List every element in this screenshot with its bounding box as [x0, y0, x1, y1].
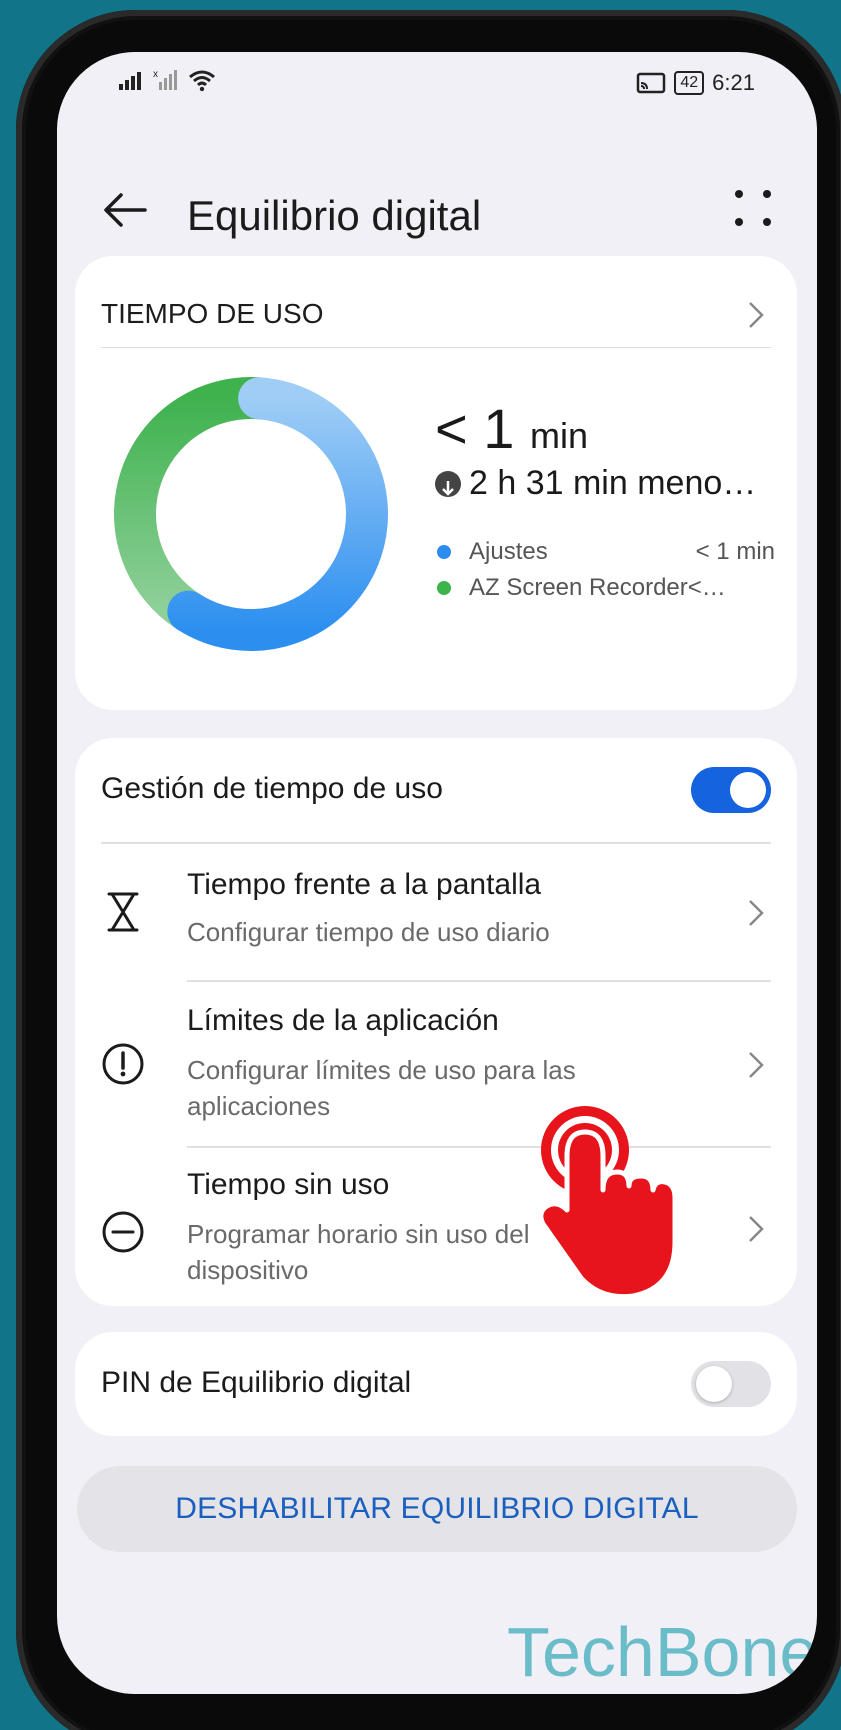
- usage-total: < 1 min: [435, 396, 588, 461]
- disable-digital-balance-button[interactable]: DESHABILITAR EQUILIBRIO DIGITAL: [77, 1466, 797, 1552]
- app-limits-title: Límites de la aplicación: [187, 1004, 499, 1037]
- page-title: Equilibrio digital: [187, 192, 482, 239]
- usage-total-value: < 1: [435, 397, 515, 460]
- svg-text:x: x: [153, 69, 158, 80]
- chevron-right-icon: [749, 1216, 764, 1242]
- comparison-text: 2 h 31 min meno…: [469, 464, 757, 502]
- management-card: Gestión de tiempo de uso Tiempo frente a…: [75, 738, 797, 1306]
- legend-dot: [437, 545, 451, 559]
- downtime-subtitle: Programar horario sin uso del dispositiv…: [187, 1219, 530, 1285]
- status-bar: x 42 6:21: [57, 52, 817, 124]
- list-item-downtime[interactable]: Tiempo sin uso Programar horario sin uso…: [75, 1148, 797, 1306]
- pin-card[interactable]: PIN de Equilibrio digital: [75, 1332, 797, 1436]
- toggle-knob: [730, 772, 766, 808]
- legend-label: Ajustes: [469, 538, 548, 565]
- wifi-icon: [189, 70, 215, 92]
- screen-time-title: Tiempo frente a la pantalla: [187, 868, 542, 901]
- hourglass-icon: [107, 892, 139, 932]
- back-arrow-icon[interactable]: [99, 184, 151, 236]
- usage-title: TIEMPO DE USO: [101, 298, 324, 329]
- downtime-title: Tiempo sin uso: [187, 1168, 390, 1201]
- pin-toggle[interactable]: [691, 1361, 771, 1407]
- usage-comparison: 2 h 31 min meno…: [435, 464, 775, 503]
- top-app-bar: Equilibrio digital: [57, 164, 817, 254]
- toggle-knob: [696, 1366, 732, 1402]
- usage-card[interactable]: TIEMPO DE USO < 1 min 2 h 31 min meno… A…: [75, 256, 797, 710]
- signal-wifi-icons: x: [119, 68, 217, 92]
- legend-item: Ajustes < 1 min: [437, 534, 775, 570]
- legend-item: AZ Screen Recorder<…: [437, 570, 775, 606]
- battery-icon: 42: [674, 71, 705, 95]
- usage-total-unit: min: [529, 415, 588, 456]
- legend-label: AZ Screen Recorder<…: [469, 574, 726, 601]
- chevron-right-icon: [749, 1052, 764, 1078]
- usage-header[interactable]: TIEMPO DE USO: [101, 284, 771, 348]
- chevron-right-icon: [749, 900, 764, 926]
- usage-donut-chart: [114, 377, 388, 651]
- donut-slice-ajustes: [167, 377, 388, 651]
- list-item-app-limits[interactable]: Límites de la aplicación Configurar lími…: [75, 982, 797, 1146]
- cast-icon: [637, 72, 666, 94]
- donut-slice-az-screen-recorder: [114, 377, 280, 633]
- signal-icon: [119, 72, 141, 90]
- tap-hand-icon: [538, 1106, 677, 1300]
- clock: 6:21: [712, 70, 755, 95]
- usage-management-row[interactable]: Gestión de tiempo de uso: [75, 738, 797, 842]
- alert-circle-icon: [102, 1043, 144, 1085]
- minus-circle-icon: [102, 1211, 144, 1253]
- legend-dot: [437, 581, 451, 595]
- chevron-right-icon: [749, 302, 764, 328]
- pin-label: PIN de Equilibrio digital: [101, 1366, 412, 1399]
- status-right: 42 6:21: [636, 70, 755, 96]
- phone-screen: x 42 6:21 Equilibrio digital TIEMPO DE U…: [57, 52, 817, 1694]
- usage-management-toggle[interactable]: [691, 767, 771, 813]
- signal-empty-icon: x: [153, 69, 177, 90]
- arrow-down-circle-icon: [435, 470, 461, 497]
- legend-value: < 1 min: [695, 538, 775, 565]
- screen-time-subtitle: Configurar tiempo de uso diario: [187, 917, 550, 947]
- usage-legend: Ajustes < 1 min AZ Screen Recorder<…: [437, 534, 775, 606]
- usage-management-label: Gestión de tiempo de uso: [101, 772, 443, 805]
- watermark: TechBone: [507, 1613, 817, 1691]
- list-item-screen-time[interactable]: Tiempo frente a la pantalla Configurar t…: [75, 844, 797, 980]
- more-options-icon[interactable]: [731, 186, 775, 230]
